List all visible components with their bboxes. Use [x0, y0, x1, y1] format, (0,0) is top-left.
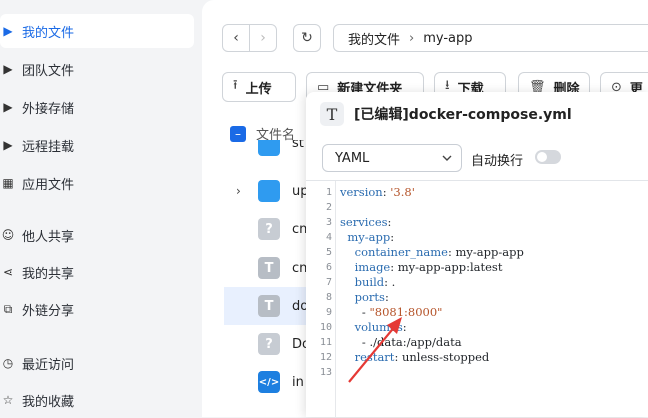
line-number: 5 [325, 247, 332, 258]
code-line: my-app: [347, 230, 395, 244]
back-button[interactable]: ‹ [222, 24, 250, 52]
refresh-button[interactable]: ↻ [293, 24, 321, 52]
clock-icon: ◷ [2, 356, 14, 370]
apps-grid-icon: ▦ [2, 176, 14, 190]
code-line: container_name: my-app-app [354, 245, 524, 259]
editor-title: T [已编辑]docker-compose.yml [320, 102, 572, 126]
toggle-knob [537, 152, 547, 162]
line-number: 7 [325, 277, 332, 288]
breadcrumb-root[interactable]: 我的文件 [348, 29, 400, 48]
chevron-down-icon [442, 155, 452, 161]
upload-icon: ⭱ [233, 78, 238, 93]
chevron-right-icon: › [260, 30, 266, 46]
unknown-file-icon: ? [258, 333, 280, 355]
code-line: restart: unless-stopped [354, 350, 490, 364]
text-file-icon: T [258, 295, 280, 317]
breadcrumb: 我的文件 › my-app [333, 24, 648, 52]
line-number: 6 [325, 262, 332, 273]
share-icon: ⋖ [2, 265, 14, 279]
line-number: 1 [325, 187, 332, 198]
line-number: 13 [319, 367, 332, 378]
upload-button[interactable]: ⭱ 上传 [222, 72, 296, 102]
chevron-right-icon: ▶ [3, 62, 13, 76]
editor-filename: [已编辑]docker-compose.yml [354, 107, 572, 123]
line-number: 3 [325, 217, 332, 228]
chevron-right-icon: ▶ [3, 24, 13, 38]
sidebar: ▶ 我的文件 ▶ 团队文件 ▶ 外接存储 ▶ 远程挂载 ▦ 应用文件 ☺ 他人共… [0, 0, 202, 417]
code-line: build: . [354, 275, 396, 289]
code-line: - ./data:/app/data [340, 335, 462, 349]
line-number-gutter: 1 2 3 4 5 6 7 8 9 10 11 12 13 [306, 181, 336, 418]
sidebar-item-my-files[interactable]: ▶ 我的文件 [0, 14, 194, 48]
word-wrap-label: 自动换行 [471, 154, 524, 169]
code-editor[interactable]: 1 2 3 4 5 6 7 8 9 10 11 12 13 version: '3.8' services… [306, 180, 648, 418]
code-line: - "8081:8000" [340, 305, 443, 319]
chevron-right-icon[interactable]: › [236, 184, 241, 198]
text-file-icon: T [320, 102, 344, 126]
code-line: version: '3.8' [340, 185, 415, 199]
link-icon: ⧉ [3, 301, 13, 316]
text-editor-panel: T [已编辑]docker-compose.yml YAML 自动换行 1234… [306, 92, 648, 418]
code-line: image: my-app-app:latest [354, 260, 503, 274]
breadcrumb-current[interactable]: my-app [423, 31, 472, 46]
line-number: 4 [325, 232, 332, 243]
line-number: 10 [319, 322, 332, 333]
line-number: 12 [319, 352, 332, 363]
refresh-icon: ↻ [301, 30, 313, 46]
users-icon: ☺ [1, 228, 15, 242]
text-file-icon: T [258, 257, 280, 279]
code-line: services: [340, 215, 392, 229]
line-number: 9 [325, 307, 332, 318]
breadcrumb-separator: › [409, 30, 415, 46]
line-number: 8 [325, 292, 332, 303]
language-select[interactable]: YAML [322, 144, 462, 172]
code-line: volumes: [354, 320, 407, 334]
word-wrap-toggle[interactable] [535, 150, 561, 164]
folder-icon [258, 140, 280, 156]
chevron-left-icon: ‹ [233, 30, 239, 46]
code-file-icon: </> [258, 371, 280, 393]
unknown-file-icon: ? [258, 218, 280, 240]
forward-button[interactable]: › [249, 24, 277, 52]
line-number: 2 [325, 202, 332, 213]
star-icon: ☆ [2, 393, 14, 407]
chevron-right-icon: ▶ [3, 100, 13, 114]
line-number: 11 [319, 337, 332, 348]
chevron-right-icon: ▶ [3, 138, 13, 152]
code-line: ports: [354, 290, 389, 304]
folder-icon [258, 180, 280, 202]
